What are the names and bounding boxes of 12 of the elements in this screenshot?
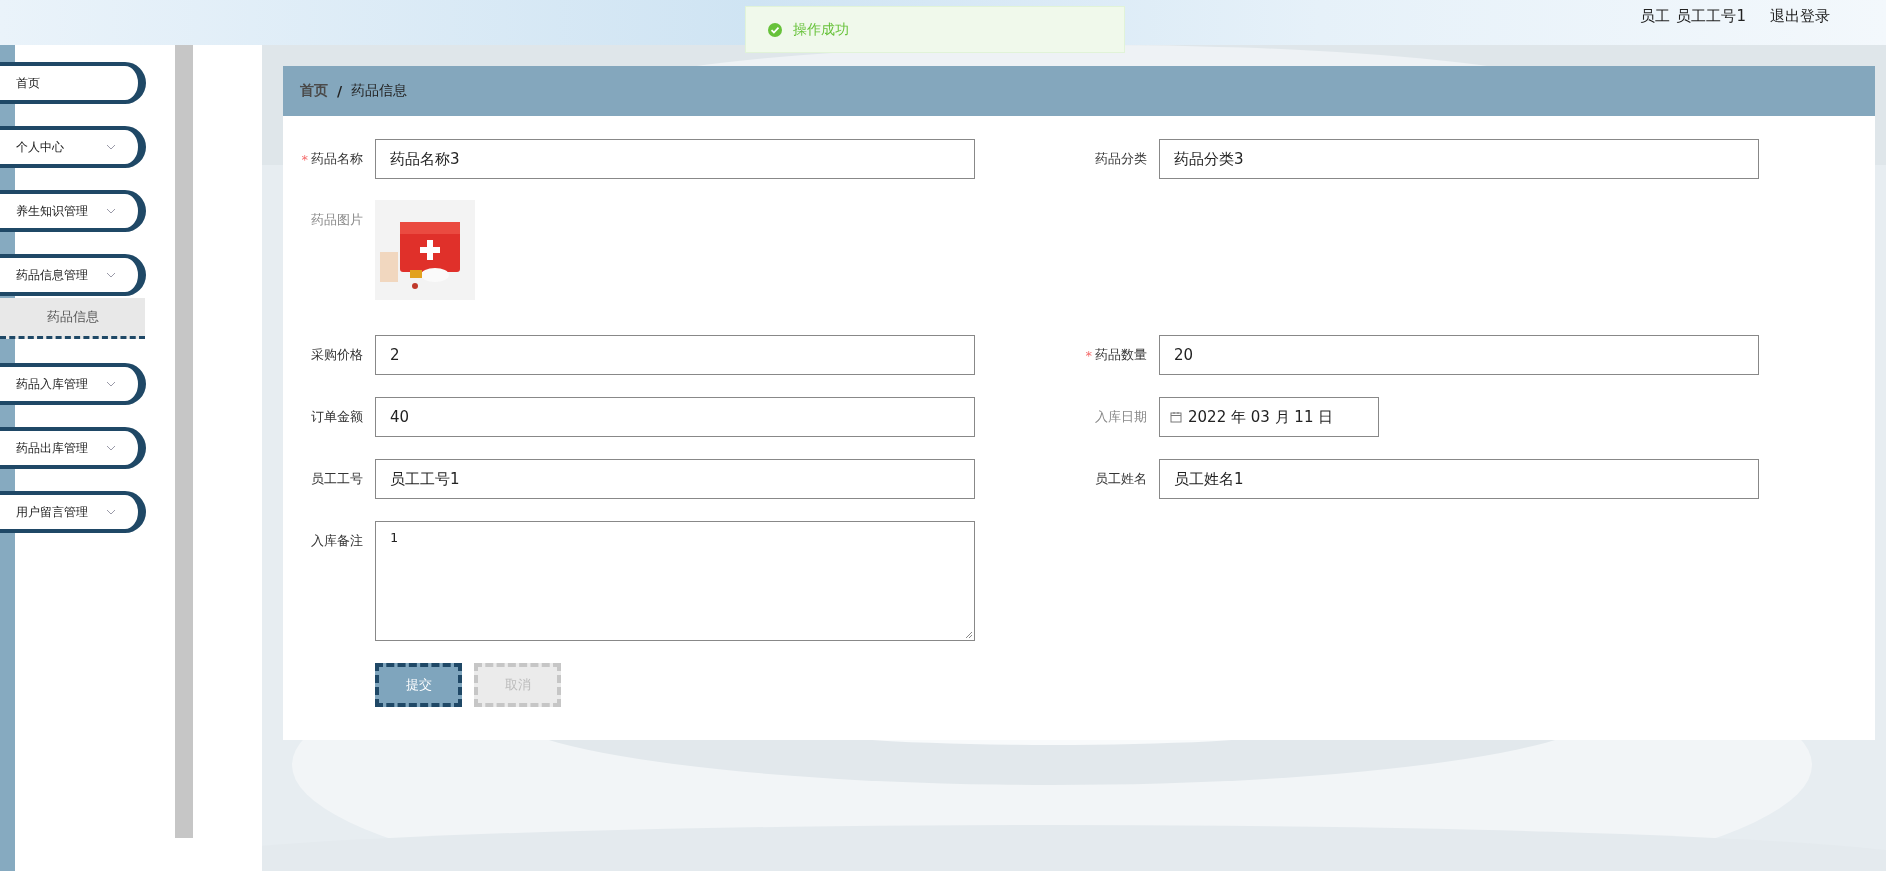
- sidebar-item[interactable]: 养生知识管理: [0, 190, 146, 232]
- sidebar-item[interactable]: 药品入库管理: [0, 363, 146, 405]
- sidebar-item[interactable]: 首页: [0, 62, 146, 104]
- user-name: 员工工号1: [1676, 7, 1746, 26]
- sidebar-item[interactable]: 药品信息管理: [0, 254, 146, 296]
- logout-link[interactable]: 退出登录: [1770, 7, 1830, 26]
- user-role: 员工: [1640, 7, 1671, 26]
- submenu-item[interactable]: 药品信息: [0, 298, 145, 339]
- sidebar-item[interactable]: 用户留言管理: [0, 491, 146, 533]
- sidebar-item[interactable]: 药品出库管理: [0, 427, 146, 469]
- toast-message: 操作成功: [745, 6, 1125, 53]
- sidebar-item[interactable]: 个人中心: [0, 126, 146, 168]
